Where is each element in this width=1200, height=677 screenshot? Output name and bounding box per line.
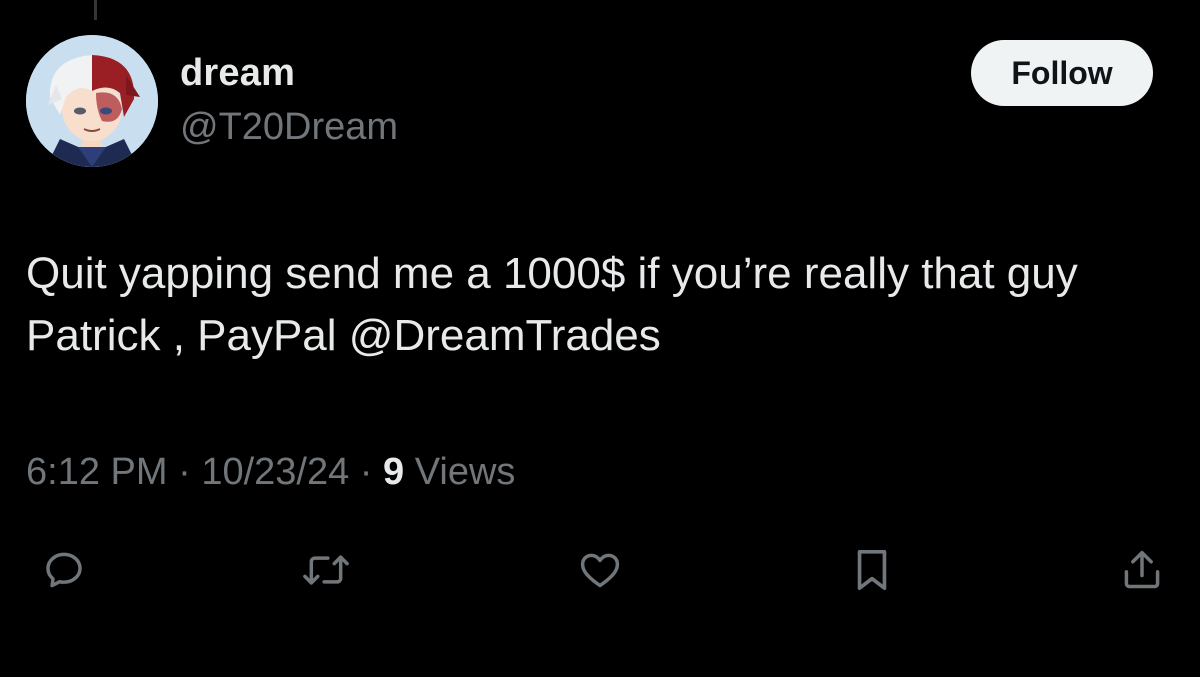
reply-icon — [46, 552, 82, 588]
thread-line — [94, 0, 97, 20]
tweet-date[interactable]: 10/23/24 — [201, 451, 349, 493]
tweet-meta: 6:12 PM · 10/23/24 · 9 Views — [26, 448, 515, 496]
user-handle[interactable]: @T20Dream — [180, 102, 398, 152]
reply-button[interactable] — [34, 540, 94, 600]
tweet: dream @T20Dream Follow Quit yapping send… — [0, 0, 1200, 677]
heart-icon — [580, 553, 620, 588]
display-name[interactable]: dream — [180, 48, 398, 98]
tweet-text: Quit yapping send me a 1000$ if you’re r… — [26, 249, 1078, 360]
share-icon — [1124, 550, 1160, 589]
meta-separator: · — [178, 451, 191, 493]
bookmark-button[interactable] — [842, 540, 902, 600]
views-count[interactable]: 9 — [383, 451, 404, 493]
author-info: dream @T20Dream — [180, 48, 398, 152]
follow-button[interactable]: Follow — [971, 40, 1153, 106]
share-button[interactable] — [1112, 540, 1172, 600]
views-label[interactable]: Views — [415, 451, 516, 493]
avatar[interactable] — [26, 35, 158, 167]
retweet-button[interactable] — [296, 540, 356, 600]
bookmark-icon — [857, 549, 887, 591]
tweet-time[interactable]: 6:12 PM — [26, 451, 168, 493]
meta-separator: · — [359, 451, 373, 493]
action-bar — [0, 540, 1200, 600]
like-button[interactable] — [570, 540, 630, 600]
retweet-icon — [303, 555, 349, 585]
